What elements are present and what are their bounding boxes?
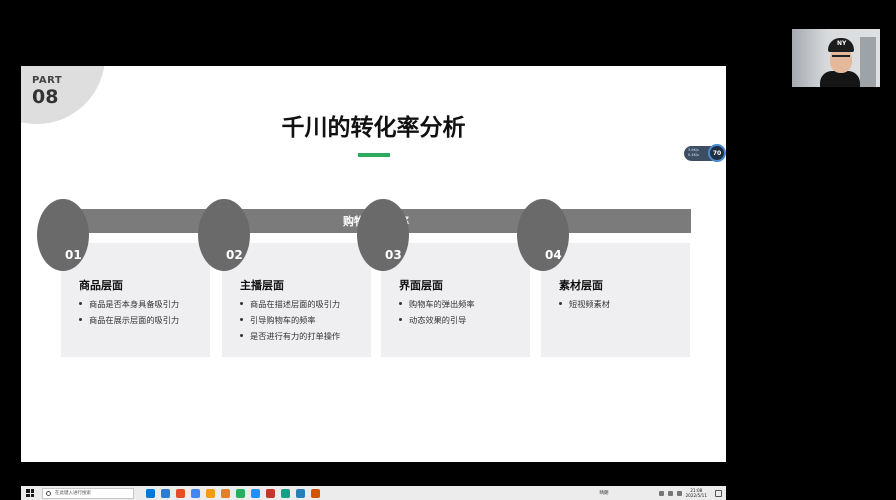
taskbar: 在此键入进行搜索 晴朗 21:08 2022/5/11 (21, 486, 726, 500)
card-list: 购物车的弹出频率 动态效果的引导 (399, 296, 475, 328)
card-title: 商品层面 (79, 279, 123, 292)
list-item-text: 是否进行有力的打单操作 (250, 331, 341, 341)
taskbar-app-icon[interactable] (266, 488, 275, 498)
start-button[interactable] (24, 487, 36, 499)
part-label: PART (32, 75, 63, 86)
taskbar-app-icon[interactable] (281, 488, 290, 498)
slide-title: 千川的转化率分析 (281, 115, 466, 141)
card-list: 商品是否本身具备吸引力 商品在展示层面的吸引力 (79, 296, 179, 328)
card-number: 04 (545, 248, 562, 262)
taskbar-app-icon[interactable] (176, 488, 185, 498)
taskbar-app-icon[interactable] (206, 488, 215, 498)
taskbar-apps (146, 488, 326, 498)
list-item-text: 短视频素材 (569, 299, 610, 309)
system-tray: 晴朗 21:08 2022/5/11 (600, 488, 726, 498)
card-list: 商品在描述层面的吸引力 引导购物车的频率 是否进行有力的打单操作 (240, 296, 340, 344)
clock-date: 2022/5/11 (685, 493, 707, 498)
card-2: 02 主播层面 商品在描述层面的吸引力 引导购物车的频率 是否进行有力的打单操作 (198, 199, 371, 357)
part-number: 08 (32, 86, 59, 108)
list-item: 购物车的弹出频率 (399, 296, 475, 312)
webcam-view[interactable]: NY (792, 29, 880, 87)
presenter-body (820, 71, 860, 87)
card-title: 主播层面 (240, 279, 284, 292)
card-number: 03 (385, 248, 402, 262)
card-3: 03 界面层面 购物车的弹出频率 动态效果的引导 (357, 199, 530, 357)
taskbar-app-icon[interactable] (251, 488, 260, 498)
network-speed-widget[interactable]: 3.6K/s 0.4K/s 70 (684, 142, 726, 164)
card-number: 02 (226, 248, 243, 262)
bullet-icon (559, 302, 562, 305)
volume-icon[interactable] (667, 490, 673, 496)
list-item: 商品在展示层面的吸引力 (79, 312, 179, 328)
presenter-glasses (832, 55, 850, 60)
bullet-icon (399, 302, 402, 305)
bullet-icon (399, 318, 402, 321)
clock[interactable]: 21:08 2022/5/11 (686, 488, 707, 498)
taskbar-app-icon[interactable] (236, 488, 245, 498)
taskbar-app-icon[interactable] (161, 488, 170, 498)
taskbar-app-icon[interactable] (191, 488, 200, 498)
webcam-door (860, 37, 876, 87)
speed-text: 3.6K/s 0.4K/s (688, 148, 699, 158)
taskbar-app-icon[interactable] (146, 488, 155, 498)
bullet-icon (79, 302, 82, 305)
notification-icon[interactable] (715, 489, 722, 497)
weather-text[interactable]: 晴朗 (600, 490, 609, 496)
list-item: 商品在描述层面的吸引力 (240, 296, 340, 312)
list-item-text: 引导购物车的频率 (250, 315, 316, 325)
card-title: 界面层面 (399, 279, 443, 292)
list-item: 商品是否本身具备吸引力 (79, 296, 179, 312)
list-item-text: 商品在描述层面的吸引力 (250, 299, 341, 309)
card-1: 01 商品层面 商品是否本身具备吸引力 商品在展示层面的吸引力 (37, 199, 210, 357)
search-placeholder: 在此键入进行搜索 (55, 491, 91, 496)
title-underline (358, 153, 390, 157)
network-icon[interactable] (658, 490, 664, 496)
list-item-text: 动态效果的引导 (409, 315, 467, 325)
taskbar-app-icon[interactable] (311, 488, 320, 498)
bullet-icon (240, 302, 243, 305)
list-item: 动态效果的引导 (399, 312, 475, 328)
screen: PART 08 千川的转化率分析 3.6K/s 0.4K/s 70 购物车点击率… (0, 0, 896, 500)
list-item-text: 商品是否本身具备吸引力 (89, 299, 180, 309)
windows-icon (26, 489, 34, 497)
bullet-icon (79, 318, 82, 321)
battery-icon[interactable] (676, 490, 682, 496)
taskbar-app-icon[interactable] (221, 488, 230, 498)
list-item-text: 购物车的弹出频率 (409, 299, 475, 309)
list-item-text: 商品在展示层面的吸引力 (89, 315, 180, 325)
list-item: 引导购物车的频率 (240, 312, 340, 328)
card-list: 短视频素材 (559, 296, 610, 312)
card-number: 01 (65, 248, 82, 262)
presentation-slide: PART 08 千川的转化率分析 3.6K/s 0.4K/s 70 购物车点击率… (21, 66, 726, 462)
bullet-icon (240, 334, 243, 337)
taskbar-app-icon[interactable] (296, 488, 305, 498)
cap-logo: NY (837, 40, 847, 47)
card-4: 04 素材层面 短视频素材 (517, 199, 690, 357)
bullet-icon (240, 318, 243, 321)
list-item: 短视频素材 (559, 296, 610, 312)
list-item: 是否进行有力的打单操作 (240, 328, 340, 344)
search-icon (46, 490, 51, 496)
download-speed: 0.4K/s (688, 153, 699, 157)
meter-value: 70 (708, 144, 726, 162)
taskbar-search[interactable]: 在此键入进行搜索 (42, 487, 134, 499)
card-title: 素材层面 (559, 279, 603, 292)
